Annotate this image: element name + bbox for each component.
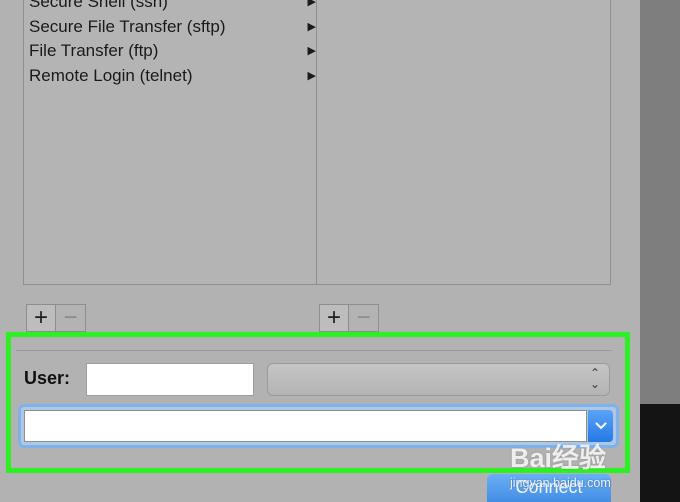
service-list-controls: + − bbox=[26, 304, 86, 332]
service-item-telnet[interactable]: Remote Login (telnet) ▶ bbox=[24, 64, 316, 89]
service-item-ssh[interactable]: Secure Shell (ssh) ▶ bbox=[24, 0, 316, 15]
add-service-button[interactable]: + bbox=[26, 304, 56, 332]
service-item-label: File Transfer (ftp) bbox=[29, 41, 159, 60]
server-list-controls: + − bbox=[319, 304, 379, 332]
service-item-label: Remote Login (telnet) bbox=[29, 65, 193, 85]
add-server-button[interactable]: + bbox=[319, 304, 349, 332]
submenu-arrow-icon: ▶ bbox=[307, 45, 316, 57]
submenu-arrow-icon: ▶ bbox=[307, 0, 316, 8]
service-item-sftp[interactable]: Secure File Transfer (sftp) ▶ bbox=[24, 15, 316, 40]
watermark-url: jingyan.baidu.com bbox=[510, 476, 611, 490]
service-item-label: Secure Shell (ssh) bbox=[29, 0, 168, 11]
submenu-arrow-icon: ▶ bbox=[307, 20, 316, 33]
service-item-ftp[interactable]: File Transfer (ftp) ▶ bbox=[24, 39, 316, 64]
service-item-label: Secure File Transfer (sftp) bbox=[29, 16, 226, 36]
service-list-pane: Secure Shell (ssh) ▶ Secure File Transfe… bbox=[23, 0, 317, 285]
service-list: Secure Shell (ssh) ▶ Secure File Transfe… bbox=[24, 0, 316, 88]
remove-service-button[interactable]: − bbox=[56, 304, 86, 332]
server-list-pane[interactable] bbox=[316, 0, 611, 285]
submenu-arrow-icon: ▶ bbox=[307, 69, 316, 82]
baidu-logo: Bai经验 bbox=[510, 443, 607, 473]
baidu-watermark: Bai经验 jingyan.baidu.com bbox=[510, 436, 670, 498]
remove-server-button[interactable]: − bbox=[349, 304, 379, 332]
